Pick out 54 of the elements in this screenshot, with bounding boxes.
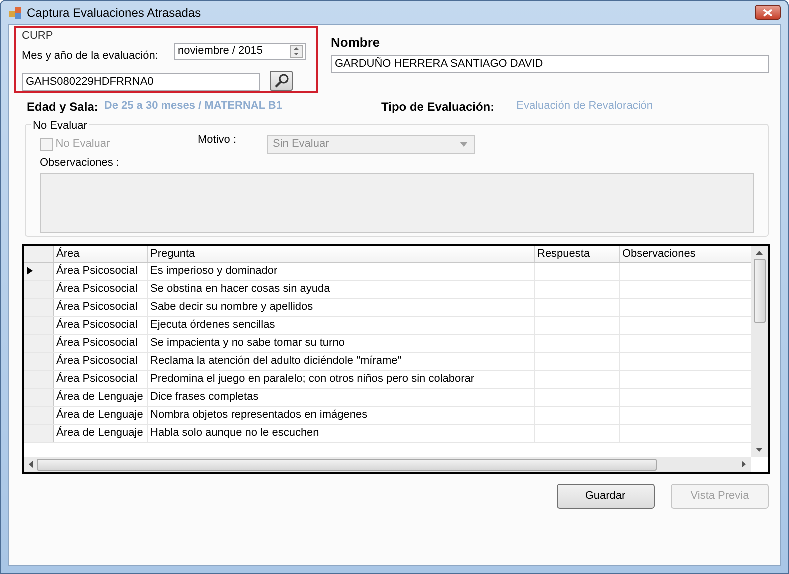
- scroll-down-icon[interactable]: [756, 448, 763, 452]
- window-title: Captura Evaluaciones Atrasadas: [27, 4, 202, 22]
- observaciones-label: Observaciones :: [40, 156, 120, 171]
- scrollbar-thumb[interactable]: [37, 458, 657, 470]
- scroll-up-icon[interactable]: [756, 251, 763, 255]
- tipo-label: Tipo de Evaluación:: [382, 99, 495, 116]
- table-cell: Área de Lenguaje: [53, 388, 147, 406]
- app-icon: [8, 6, 22, 20]
- table-cell: Nombra objetos representados en imágenes: [147, 406, 534, 424]
- scrollbar-thumb[interactable]: [754, 259, 766, 323]
- table-cell: Se impacienta y no sabe tomar su turno: [147, 334, 534, 352]
- column-header[interactable]: Área: [53, 246, 147, 262]
- table-cell: Sabe decir su nombre y apellidos: [147, 298, 534, 316]
- column-header[interactable]: Respuesta: [534, 246, 619, 262]
- search-button[interactable]: [270, 70, 293, 90]
- edad-value: De 25 a 30 meses / MATERNAL B1: [104, 99, 282, 114]
- table-cell: Área de Lenguaje: [53, 424, 147, 442]
- curp-field[interactable]: GAHS080229HDFRRNA0: [22, 72, 260, 90]
- table-cell: Es imperioso y dominador: [147, 262, 534, 280]
- horizontal-scrollbar[interactable]: [24, 457, 751, 472]
- table-cell: Reclama la atención del adulto diciéndole "mírame": [147, 352, 534, 370]
- table-cell: Área Psicosocial: [53, 262, 147, 280]
- action-button[interactable]: Guardar: [556, 484, 654, 509]
- table-cell: Área Psicosocial: [53, 370, 147, 388]
- close-button[interactable]: [755, 5, 781, 20]
- search-icon: [274, 72, 290, 88]
- group-legend: CURP: [22, 30, 310, 42]
- nombre-field[interactable]: GARDUÑO HERRERA SANTIAGO DAVID: [331, 54, 769, 72]
- scroll-left-icon[interactable]: [29, 461, 33, 468]
- observaciones-field[interactable]: [40, 172, 754, 232]
- edad-label: Edad y Sala:: [27, 99, 98, 116]
- table-cell: Dice frases completas: [147, 388, 534, 406]
- table-cell: Predomina el juego en paralelo; con otros niños pero sin colaborar: [147, 370, 534, 388]
- table-cell: Se obstina en hacer cosas sin ayuda: [147, 280, 534, 298]
- table-cell: Ejecuta órdenes sencillas: [147, 316, 534, 334]
- motivo-label: Motivo :: [198, 133, 238, 148]
- vertical-scrollbar[interactable]: [751, 246, 768, 457]
- close-icon: [763, 8, 773, 16]
- table-cell: Área Psicosocial: [53, 298, 147, 316]
- date-label: Mes y año de la evaluación:: [22, 49, 160, 64]
- date-picker[interactable]: noviembre / 2015: [174, 42, 306, 60]
- scroll-right-icon[interactable]: [742, 461, 746, 468]
- column-header[interactable]: Pregunta: [147, 246, 534, 262]
- table-cell: Área Psicosocial: [53, 316, 147, 334]
- table-cell: Área de Lenguaje: [53, 406, 147, 424]
- table-cell: Área Psicosocial: [53, 280, 147, 298]
- dropdown-arrow-icon: [460, 142, 468, 147]
- nombre-label: Nombre: [331, 34, 382, 52]
- table-cell: Área Psicosocial: [53, 334, 147, 352]
- tipo-value: Evaluación de Revaloración: [516, 99, 654, 114]
- spin-icon[interactable]: [290, 44, 303, 58]
- table-cell: Área Psicosocial: [53, 352, 147, 370]
- table-cell: Habla solo aunque no le escuchen: [147, 424, 534, 442]
- column-header[interactable]: Observaciones: [619, 246, 751, 262]
